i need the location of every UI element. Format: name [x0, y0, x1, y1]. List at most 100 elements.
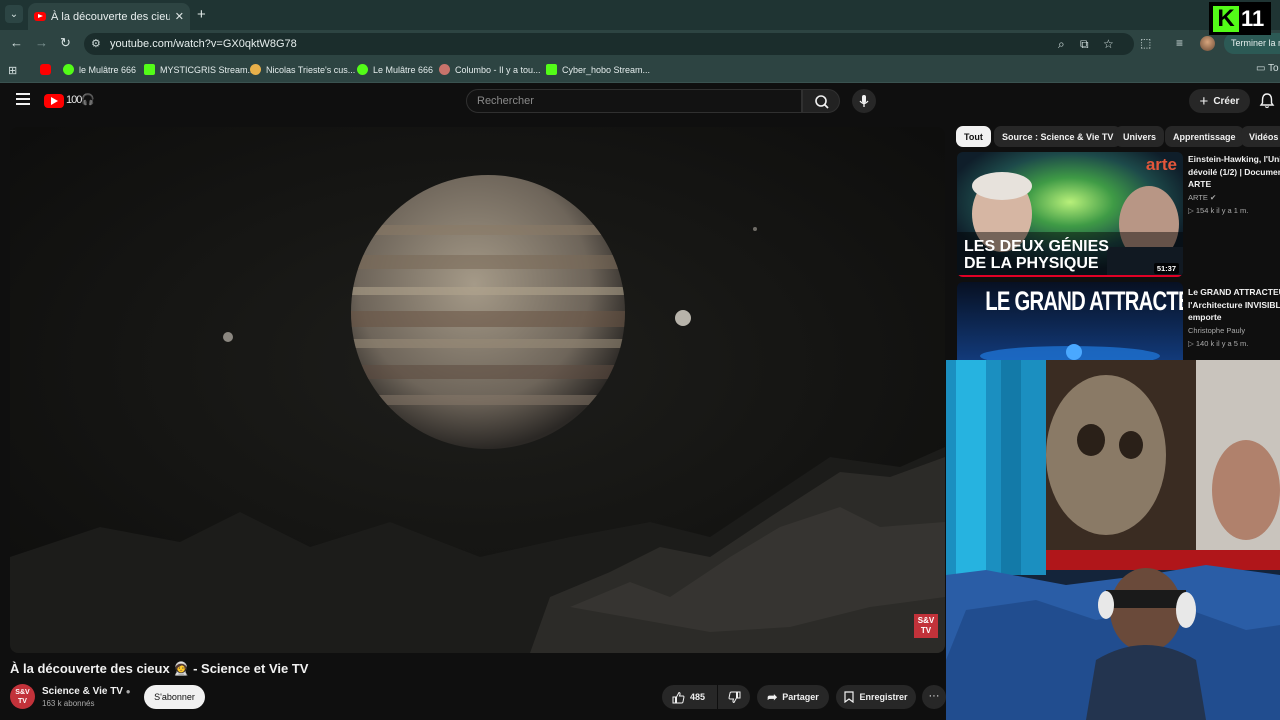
recommendation-title-line: ARTE [1188, 179, 1212, 189]
voice-search-button[interactable] [852, 89, 876, 113]
recommendation-title-line: Le GRAND ATTRACTEUR [1188, 287, 1280, 297]
plus-icon: + [1199, 92, 1209, 110]
recommendation-thumbnail[interactable]: LE GRAND ATTRACTEUR [957, 282, 1183, 360]
columbo-bookmark-icon [439, 64, 450, 75]
dislike-button[interactable] [718, 685, 750, 709]
bookmark-item[interactable]: le Mulâtre 666 [63, 64, 136, 75]
menu-icon[interactable] [16, 93, 30, 108]
subscriber-count: 163 k abonnés [42, 699, 95, 708]
bookmark-item[interactable]: Columbo - Il y a tou... [439, 64, 541, 75]
bookmark-label: Cyber_hobo Stream... [562, 64, 651, 75]
channel-avatar[interactable]: S&V TV [10, 684, 35, 709]
webcam-image [946, 360, 1280, 720]
search-placeholder: Rechercher [477, 95, 534, 107]
url-text[interactable]: youtube.com/watch?v=GX0qktW8G78 [110, 38, 297, 50]
share-button[interactable]: ➦ Partager [757, 685, 829, 709]
more-actions-icon[interactable]: ··· [922, 685, 946, 709]
recommendation-title[interactable]: Le GRAND ATTRACTEUR l'Architecture INVIS… [1188, 286, 1280, 324]
subscribe-button[interactable]: S'abonner [144, 685, 205, 709]
recommendation-title[interactable]: Einstein-Hawking, l'Univ dévoilé (1/2) |… [1188, 153, 1280, 191]
youtube-favicon-icon [34, 12, 46, 21]
bookmark-item[interactable]: Le Mulâtre 666 [357, 64, 433, 75]
custom-bookmark-icon [250, 64, 261, 75]
recommendation-meta: ▷ 154 k il y a 1 m. [1188, 206, 1249, 215]
webcam-overlay [946, 360, 1280, 720]
new-tab-icon[interactable]: + [197, 6, 206, 23]
tab-close-icon[interactable]: ✕ [175, 10, 184, 23]
thumbs-down-icon [728, 691, 740, 703]
search-button[interactable] [802, 89, 840, 113]
recommendation-channel[interactable]: Christophe Pauly [1188, 326, 1245, 335]
media-control-icon[interactable]: ≡ [1176, 36, 1183, 50]
address-toolbar: ← → ↻ ⚙ youtube.com/watch?v=GX0qktW8G78 … [0, 30, 1280, 58]
play-bookmark-icon [63, 64, 74, 75]
thumbnail-caption: LE GRAND ATTRACTEUR [985, 286, 1183, 316]
bookmark-item[interactable]: MYSTICGRIS Stream... [144, 64, 255, 75]
zoom-icon[interactable]: ⌕ [1058, 37, 1065, 52]
create-button[interactable]: + Créer [1189, 89, 1250, 113]
bookmark-label: MYSTICGRIS Stream... [160, 64, 256, 75]
channel-watermark[interactable]: S&V TV [914, 614, 938, 638]
reload-icon[interactable]: ↻ [60, 35, 71, 51]
video-duration: 51:37 [1153, 263, 1179, 274]
chip-source[interactable]: Source : Science & Vie TV [994, 126, 1122, 147]
search-icon [815, 95, 829, 109]
tab-title: À la découverte des cieux 🧑‍🚀🔊 [51, 11, 170, 23]
recommendation-thumbnail[interactable]: arte LES DEUX GÉNIES DE LA PHYSIQUE 51:3… [957, 152, 1183, 277]
search-input[interactable]: Rechercher [466, 89, 802, 113]
recommendation-title-line: emporte [1188, 312, 1222, 322]
video-frame [10, 127, 945, 653]
bookmark-label: Le Mulâtre 666 [373, 64, 434, 75]
doodle-logo-icon[interactable]: 100🎧 [66, 93, 95, 106]
bookmark-star-icon[interactable]: ☆ [1103, 37, 1114, 51]
bookmarks-folder-icon[interactable]: ▭ To [1256, 63, 1279, 74]
notifications-bell-icon[interactable] [1258, 92, 1276, 110]
recommendation-title-line: l'Architecture INVISIBLE [1188, 299, 1280, 310]
kick-badge: K 11 [1209, 2, 1271, 35]
cast-icon[interactable]: ⧉ [1080, 37, 1089, 52]
extensions-icon[interactable]: ⬚ [1140, 36, 1151, 50]
forward-arrow-icon[interactable]: → [35, 35, 48, 50]
thumbnail-caption-line: DE LA PHYSIQUE [964, 255, 1099, 272]
chip-univers[interactable]: Univers [1115, 126, 1165, 147]
youtube-logo-icon[interactable] [44, 94, 64, 108]
bookmark-label: le Mulâtre 666 [79, 64, 137, 75]
chip-apprentissage[interactable]: Apprentissage [1165, 126, 1244, 147]
back-arrow-icon[interactable]: ← [10, 35, 23, 50]
share-label: Partager [782, 692, 819, 702]
bookmarks-folder-label: To [1268, 63, 1279, 74]
bookmark-item[interactable]: Nicolas Trieste's cus... [250, 64, 355, 75]
apps-grid-icon[interactable]: ⊞ [8, 64, 17, 77]
site-settings-icon[interactable]: ⚙ [91, 37, 101, 50]
recommendation-channel[interactable]: ARTE ✔ [1188, 193, 1216, 202]
browser-tab[interactable]: À la découverte des cieux 🧑‍🚀🔊 ✕ [28, 3, 190, 30]
kick-logo-icon: K [1213, 5, 1239, 32]
address-bar[interactable]: ⚙ youtube.com/watch?v=GX0qktW8G78 ⌕ ⧉ ☆ [84, 33, 1134, 55]
bookmark-item[interactable]: Cyber_hobo Stream... [546, 64, 650, 75]
bookmark-item[interactable] [40, 64, 51, 75]
screen: ⌄ À la découverte des cieux 🧑‍🚀🔊 ✕ + K 1… [0, 0, 1280, 720]
video-player[interactable]: S&V TV [10, 127, 945, 653]
youtube-header: 100🎧 Rechercher + Créer [0, 83, 1280, 120]
channel-name-text: Science & Vie TV [42, 686, 123, 697]
thumbs-up-icon [672, 691, 685, 703]
profile-avatar[interactable] [1200, 36, 1215, 51]
create-label: Créer [1213, 95, 1240, 107]
save-button[interactable]: Enregistrer [836, 685, 916, 709]
recommendation-title-line: dévoilé (1/2) | Documen [1188, 166, 1280, 177]
kick-bookmark-icon [546, 64, 557, 75]
save-icon [844, 691, 855, 703]
terminer-button[interactable]: Terminer la m [1224, 33, 1280, 54]
microphone-icon [859, 95, 869, 107]
chip-videos[interactable]: Vidéos [1241, 126, 1280, 147]
like-button[interactable]: 485 [662, 685, 717, 709]
tab-search-icon[interactable]: ⌄ [5, 5, 23, 23]
save-label: Enregistrer [859, 692, 908, 702]
recommendation-meta: ▷ 140 k il y a 5 m. [1188, 339, 1249, 348]
channel-name[interactable]: Science & Vie TV ● [42, 686, 131, 697]
browser-tab-bar: ⌄ À la découverte des cieux 🧑‍🚀🔊 ✕ + [0, 0, 1280, 30]
share-icon: ➦ [767, 690, 778, 704]
chip-tout[interactable]: Tout [956, 126, 991, 147]
thumbnail-caption: LES DEUX GÉNIES DE LA PHYSIQUE [964, 238, 1109, 272]
like-count: 485 [690, 692, 706, 702]
